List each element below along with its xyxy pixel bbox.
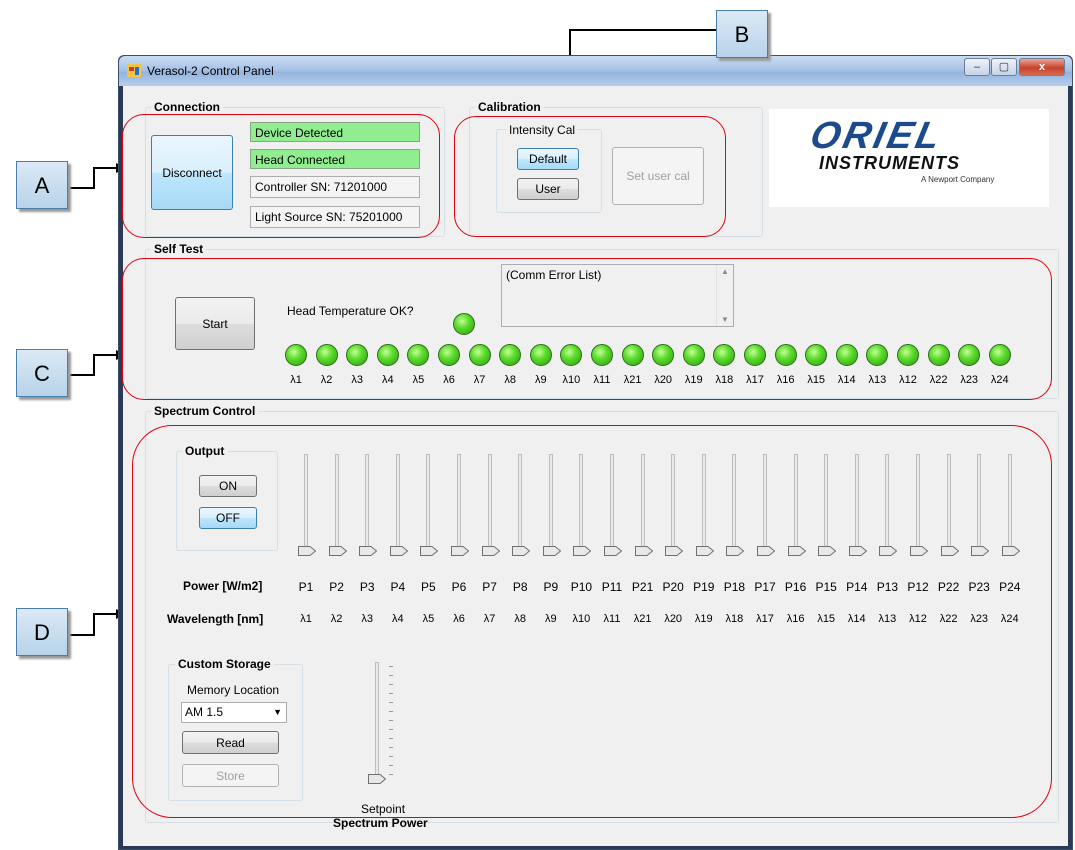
close-button[interactable]: x [1019, 58, 1065, 76]
document-page: { "window": { "title": "Verasol-2 Contro… [0, 0, 1075, 850]
logo-instruments: INSTRUMENTS [819, 153, 960, 173]
oriel-logo: ORIEL INSTRUMENTS A Newport Company [769, 109, 1049, 207]
window-title: Verasol-2 Control Panel [147, 64, 274, 78]
annotation-region-d [132, 425, 1052, 818]
logo-brand: ORIEL [806, 115, 947, 157]
connection-title: Connection [151, 100, 223, 114]
annotation-region-a [122, 114, 440, 238]
annotation-region-b [454, 116, 726, 237]
callout-c: C [16, 349, 68, 397]
callout-b: B [716, 10, 768, 58]
spectrum-control-title: Spectrum Control [151, 404, 259, 418]
callout-d: D [16, 608, 68, 656]
self-test-title: Self Test [151, 242, 207, 256]
app-icon [127, 64, 141, 77]
logo-tagline: A Newport Company [921, 175, 995, 184]
maximize-button[interactable]: ▢ [991, 58, 1017, 76]
connector-c [70, 354, 118, 376]
annotation-region-c [122, 258, 1052, 400]
minimize-button[interactable]: – [964, 58, 990, 76]
calibration-title: Calibration [475, 100, 544, 114]
title-bar: Verasol-2 Control Panel – ▢ x [119, 56, 1072, 86]
connector-a [70, 167, 118, 189]
connector-d [70, 613, 118, 636]
callout-a: A [16, 161, 68, 209]
spectrum-power-label: Spectrum Power [333, 816, 428, 830]
